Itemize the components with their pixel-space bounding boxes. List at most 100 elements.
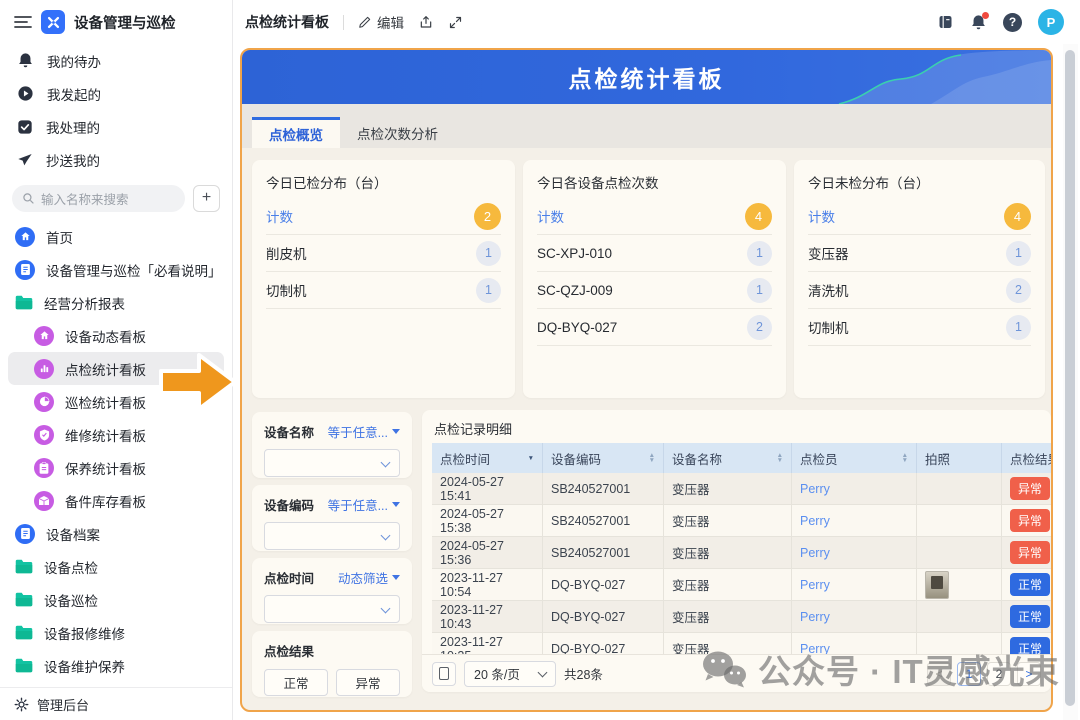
sort-icon[interactable]: ▲▼: [649, 453, 655, 463]
stat-item-badge: 2: [1006, 278, 1031, 303]
cell-photo: [917, 601, 1002, 633]
vertical-scrollbar[interactable]: [1063, 44, 1078, 720]
stat-item-badge: 1: [476, 278, 501, 303]
scrollbar-thumb[interactable]: [1065, 50, 1075, 706]
cell-time: 2023-11-27 10:54: [432, 569, 543, 601]
sort-icon[interactable]: ▲▼: [777, 453, 783, 463]
sidebar-item-label: 设备维护保养: [44, 656, 125, 676]
sidebar-item-device-maintenance[interactable]: 设备维护保养: [0, 649, 232, 682]
filter-operator-dropdown[interactable]: 等于任意...: [328, 495, 400, 514]
sidebar-item-home[interactable]: 首页: [0, 220, 232, 253]
hamburger-menu-icon[interactable]: [14, 15, 32, 29]
sidebar-item-device-repair[interactable]: 设备报修维修: [0, 616, 232, 649]
stat-item-badge: 1: [1006, 241, 1031, 266]
sidebar-item-label: 我处理的: [46, 117, 100, 137]
notifications-button[interactable]: [970, 14, 987, 31]
table-row[interactable]: 2023-11-27 10:54 DQ-BYQ-027 变压器 Perry 正常: [432, 569, 1051, 601]
notebook-icon[interactable]: [937, 14, 954, 30]
sidebar-item-device-patrol[interactable]: 设备巡检: [0, 583, 232, 616]
tab-inspection-count-analysis[interactable]: 点检次数分析: [340, 117, 455, 148]
result-abnormal-button[interactable]: 异常: [336, 669, 400, 696]
cell-code: SB240527001: [543, 473, 664, 505]
inspector-link[interactable]: Perry: [800, 514, 830, 528]
search-input[interactable]: 输入名称来搜索: [12, 185, 185, 212]
column-header-device-code[interactable]: 设备编码▲▼: [543, 443, 664, 473]
app-logo-icon: [41, 10, 65, 34]
cell-name: 变压器: [664, 601, 792, 633]
inspection-time-select[interactable]: [264, 595, 400, 623]
filter-operator-dropdown[interactable]: 等于任意...: [328, 422, 400, 441]
sidebar-item-device-dynamic-board[interactable]: 设备动态看板: [0, 319, 232, 352]
sidebar-nav: 首页 设备管理与巡检「必看说明」 经营分析报表 设备动态看板 点检统计看板 巡检…: [0, 220, 232, 682]
sidebar-item-initiated-by-me[interactable]: 我发起的: [0, 77, 232, 110]
app-window: 设备管理与巡检 我的待办 我发起的 我处理的 抄送我的 输入: [0, 0, 1080, 720]
fullscreen-button[interactable]: [448, 15, 463, 30]
sidebar-item-device-inspection[interactable]: 设备点检: [0, 550, 232, 583]
sidebar-item-device-archive[interactable]: 设备档案: [0, 517, 232, 550]
watermark: 公众号 · IT灵感光束: [700, 645, 1060, 693]
column-header-photo: 拍照: [917, 443, 1002, 473]
sidebar-item-label: 设备巡检: [44, 590, 98, 610]
device-name-select[interactable]: [264, 449, 400, 477]
edit-button[interactable]: 编辑: [358, 12, 404, 32]
count-label[interactable]: 计数: [537, 206, 564, 226]
photo-thumbnail[interactable]: [925, 571, 949, 599]
cell-code: SB240527001: [543, 537, 664, 569]
stat-item-label: 清洗机: [808, 280, 849, 300]
cell-name: 变压器: [664, 537, 792, 569]
help-button[interactable]: ?: [1003, 13, 1022, 32]
sidebar-item-label: 首页: [46, 227, 73, 247]
result-normal-button[interactable]: 正常: [264, 669, 328, 696]
sidebar-item-my-todo[interactable]: 我的待办: [0, 44, 232, 77]
folder-icon: [15, 592, 33, 607]
sort-icon[interactable]: ▲▼: [902, 453, 908, 463]
stat-item-row: DQ-BYQ-027 2: [537, 309, 772, 346]
stat-item-badge: 1: [747, 241, 772, 266]
sidebar-item-handled-by-me[interactable]: 我处理的: [0, 110, 232, 143]
table-row[interactable]: 2024-05-27 15:41 SB240527001 变压器 Perry 异…: [432, 473, 1051, 505]
sidebar-item-must-read[interactable]: 设备管理与巡检「必看说明」: [0, 253, 232, 286]
inspector-link[interactable]: Perry: [800, 578, 830, 592]
annotation-arrow-icon: [159, 349, 239, 415]
sidebar-item-spare-parts-board[interactable]: 备件库存看板: [0, 484, 232, 517]
tab-inspection-overview[interactable]: 点检概览: [252, 117, 340, 148]
column-settings-button[interactable]: [432, 662, 456, 686]
sidebar-item-repair-stats-board[interactable]: 维修统计看板: [0, 418, 232, 451]
add-button[interactable]: +: [193, 185, 220, 212]
table-row[interactable]: 2024-05-27 15:38 SB240527001 变压器 Perry 异…: [432, 505, 1051, 537]
sidebar-item-analysis-reports[interactable]: 经营分析报表: [0, 286, 232, 319]
count-label[interactable]: 计数: [266, 206, 293, 226]
table-row[interactable]: 2023-11-27 10:43 DQ-BYQ-027 变压器 Perry 正常: [432, 601, 1051, 633]
admin-backend-button[interactable]: 管理后台: [0, 687, 232, 720]
sidebar-item-cc-to-me[interactable]: 抄送我的: [0, 143, 232, 176]
column-header-inspector[interactable]: 点检员▲▼: [792, 443, 917, 473]
filter-label: 点检结果: [264, 641, 314, 660]
app-title: 设备管理与巡检: [74, 12, 176, 33]
sort-desc-icon[interactable]: ▼: [528, 456, 534, 461]
filter-inspection-time: 点检时间 动态筛选: [252, 558, 412, 624]
page-size-select[interactable]: 20 条/页: [464, 661, 556, 687]
result-badge-normal: 正常: [1010, 605, 1050, 628]
inspector-link[interactable]: Perry: [800, 546, 830, 560]
folder-icon: [15, 625, 33, 640]
filter-inspection-result: 点检结果 正常 异常: [252, 631, 412, 697]
table-row[interactable]: 2024-05-27 15:36 SB240527001 变压器 Perry 异…: [432, 537, 1051, 569]
caret-down-icon: [392, 502, 400, 507]
sidebar-item-maintenance-stats-board[interactable]: 保养统计看板: [0, 451, 232, 484]
inspector-link[interactable]: Perry: [800, 482, 830, 496]
sidebar-item-label: 设备报修维修: [44, 623, 125, 643]
device-code-select[interactable]: [264, 522, 400, 550]
stat-item-badge: 2: [747, 315, 772, 340]
share-button[interactable]: [418, 14, 434, 30]
filter-operator-dropdown[interactable]: 动态筛选: [338, 568, 400, 587]
count-label[interactable]: 计数: [808, 206, 835, 226]
stat-item-label: SC-QZJ-009: [537, 283, 613, 298]
column-header-inspection-time[interactable]: 点检时间▼: [432, 443, 543, 473]
user-avatar[interactable]: P: [1038, 9, 1064, 35]
upload-icon: [418, 14, 434, 30]
inspector-link[interactable]: Perry: [800, 610, 830, 624]
chevron-down-icon: [381, 604, 391, 614]
watermark-text: 公众号 · IT灵感光束: [758, 645, 1060, 693]
column-header-device-name[interactable]: 设备名称▲▼: [664, 443, 792, 473]
edit-label: 编辑: [377, 12, 404, 32]
